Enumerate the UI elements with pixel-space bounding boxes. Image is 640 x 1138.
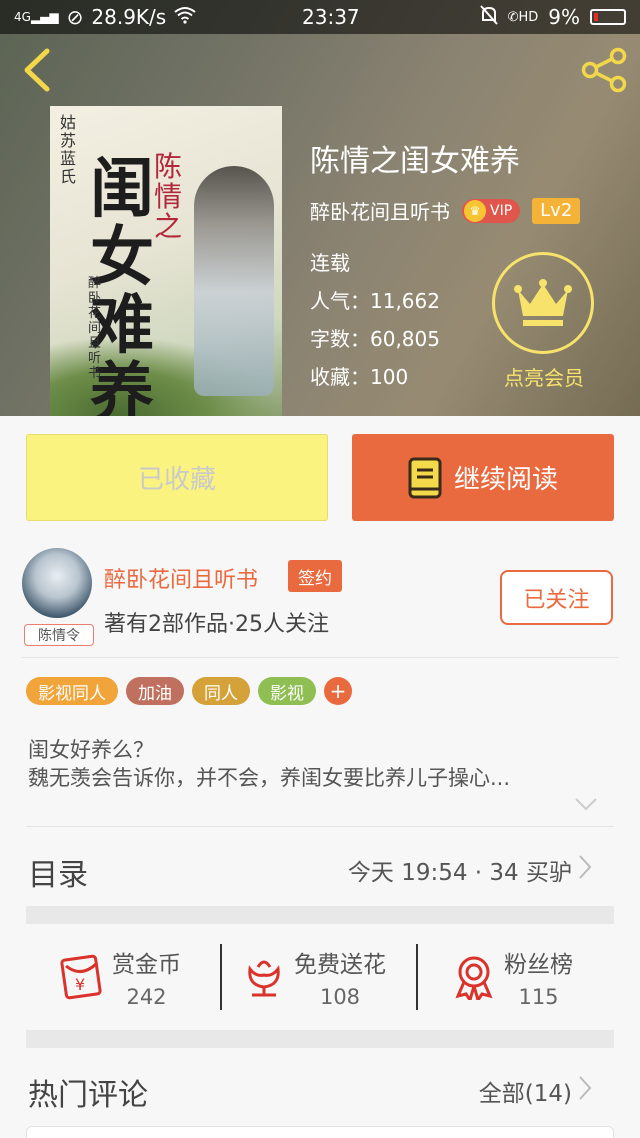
status-right: ✆HD 9% [479,4,626,30]
red-envelope-icon: ¥ [60,954,102,1000]
book-icon [408,457,442,498]
hd-call-icon: ✆HD [507,9,539,25]
chevron-right-icon[interactable] [578,854,592,884]
hero-author-name[interactable]: 醉卧花间且听书 [310,196,450,225]
reward-coins-label: 赏金币 [112,952,181,978]
favorites-count: 收藏：100 [310,365,409,389]
share-button[interactable] [578,44,630,96]
battery-percent: 9% [548,5,580,29]
member-circle [492,252,594,354]
tag-item[interactable]: 影视 [258,677,316,705]
send-flower-button[interactable]: 免费送花 108 [242,942,386,1012]
medal-icon [455,956,493,1000]
hd-label: HD [518,9,539,25]
section-separator [26,906,614,924]
network-type: 4G [14,10,31,24]
signal-icon: 4G▂▄▆ [14,10,59,24]
description-line: 闺女好养么？ [28,738,154,762]
member-label: 点亮会员 [504,366,584,390]
signed-badge: 签约 [288,560,342,592]
back-button[interactable] [10,44,62,96]
description-line: 魏无羡会告诉你，并不会，养闺女要比养儿子操心... [28,766,511,790]
popularity: 人气：11,662 [310,289,440,313]
collected-button[interactable]: 已收藏 [26,434,328,521]
author-avatar[interactable] [22,548,92,618]
all-comments-link[interactable]: 全部(14) [479,1074,572,1108]
crown-icon [514,279,572,326]
cover-title-prefix: 陈情之 [154,150,183,243]
member-button[interactable]: 点亮会员 [492,252,596,391]
follow-label: 已关注 [523,587,590,613]
book-description[interactable]: 闺女好养么？ 魏无羡会告诉你，并不会，养闺女要比养儿子操心... [28,736,608,792]
no-disturb-icon: ⊘ [66,5,84,29]
wifi-icon [174,5,196,29]
cover-publisher: 姑苏蓝氏 [60,113,77,186]
continue-reading-button[interactable]: 继续阅读 [352,434,614,521]
chevron-left-icon [24,48,50,92]
fan-ranking-button[interactable]: 粉丝榜 115 [452,942,573,1012]
toc-title[interactable]: 目录 [28,850,88,894]
separator [220,944,222,1010]
serial-status: 连载 [310,251,350,275]
send-flower-count: 108 [319,985,361,1009]
vip-badge: ♛ VIP [462,198,521,223]
continue-reading-label: 继续阅读 [453,465,558,495]
share-icon [581,47,627,93]
divider [26,826,614,827]
battery-icon [590,9,626,25]
net-speed: 28.9K/s [91,5,167,29]
cover-figure [194,166,274,396]
fan-ranking-label: 粉丝榜 [504,952,573,978]
mute-bell-icon [479,4,498,30]
author-name[interactable]: 醉卧花间且听书 [104,562,258,594]
cover-author: 醉卧花间且听书 [88,276,102,381]
flower-icon [248,960,280,997]
send-flower-label: 免费送花 [294,952,386,978]
book-title: 陈情之闺女难养 [310,144,520,179]
tag-list: 影视同人 加油 同人 影视 + [26,677,352,705]
hero-author-row: 醉卧花间且听书 ♛ VIP Lv2 [310,196,581,225]
chevron-right-icon[interactable] [578,1075,592,1105]
reward-coins-button[interactable]: ¥ 赏金币 242 [58,942,181,1012]
vip-crown-icon: ♛ [464,199,486,222]
divider [22,657,618,658]
separator [416,944,418,1010]
section-separator [26,1030,614,1048]
status-time: 23:37 [302,5,360,29]
toc-latest-update[interactable]: 今天 19:54 · 34 买驴 [348,853,572,887]
tag-item[interactable]: 同人 [192,677,250,705]
vip-label: VIP [490,202,513,219]
hot-comments-title: 热门评论 [28,1078,148,1113]
svg-text:¥: ¥ [75,975,85,994]
follow-button[interactable]: 已关注 [500,570,613,625]
level-badge: Lv2 [532,197,581,224]
word-count: 字数：60,805 [310,327,440,351]
avatar-tag: 陈情令 [24,624,94,646]
tag-item[interactable]: 加油 [126,677,184,705]
reward-coins-count: 242 [126,985,167,1009]
status-bar: 4G▂▄▆ ⊘ 28.9K/s 23:37 ✆HD 9% [0,0,640,34]
expand-chevron-down-icon[interactable] [574,796,598,815]
status-left: 4G▂▄▆ ⊘ 28.9K/s [14,5,274,29]
tag-item[interactable]: 影视同人 [26,677,118,705]
comment-card[interactable] [26,1126,614,1138]
collected-label: 已收藏 [137,465,216,495]
author-stats: 著有2部作品·25人关注 [104,612,329,637]
book-meta: 连载 人气：11,662 字数：60,805 收藏：100 [310,244,440,396]
fan-ranking-count: 115 [518,985,559,1009]
add-tag-button[interactable]: + [324,677,352,705]
book-cover[interactable]: 姑苏蓝氏 闺女难养 陈情之 醉卧花间且听书 [50,106,282,416]
